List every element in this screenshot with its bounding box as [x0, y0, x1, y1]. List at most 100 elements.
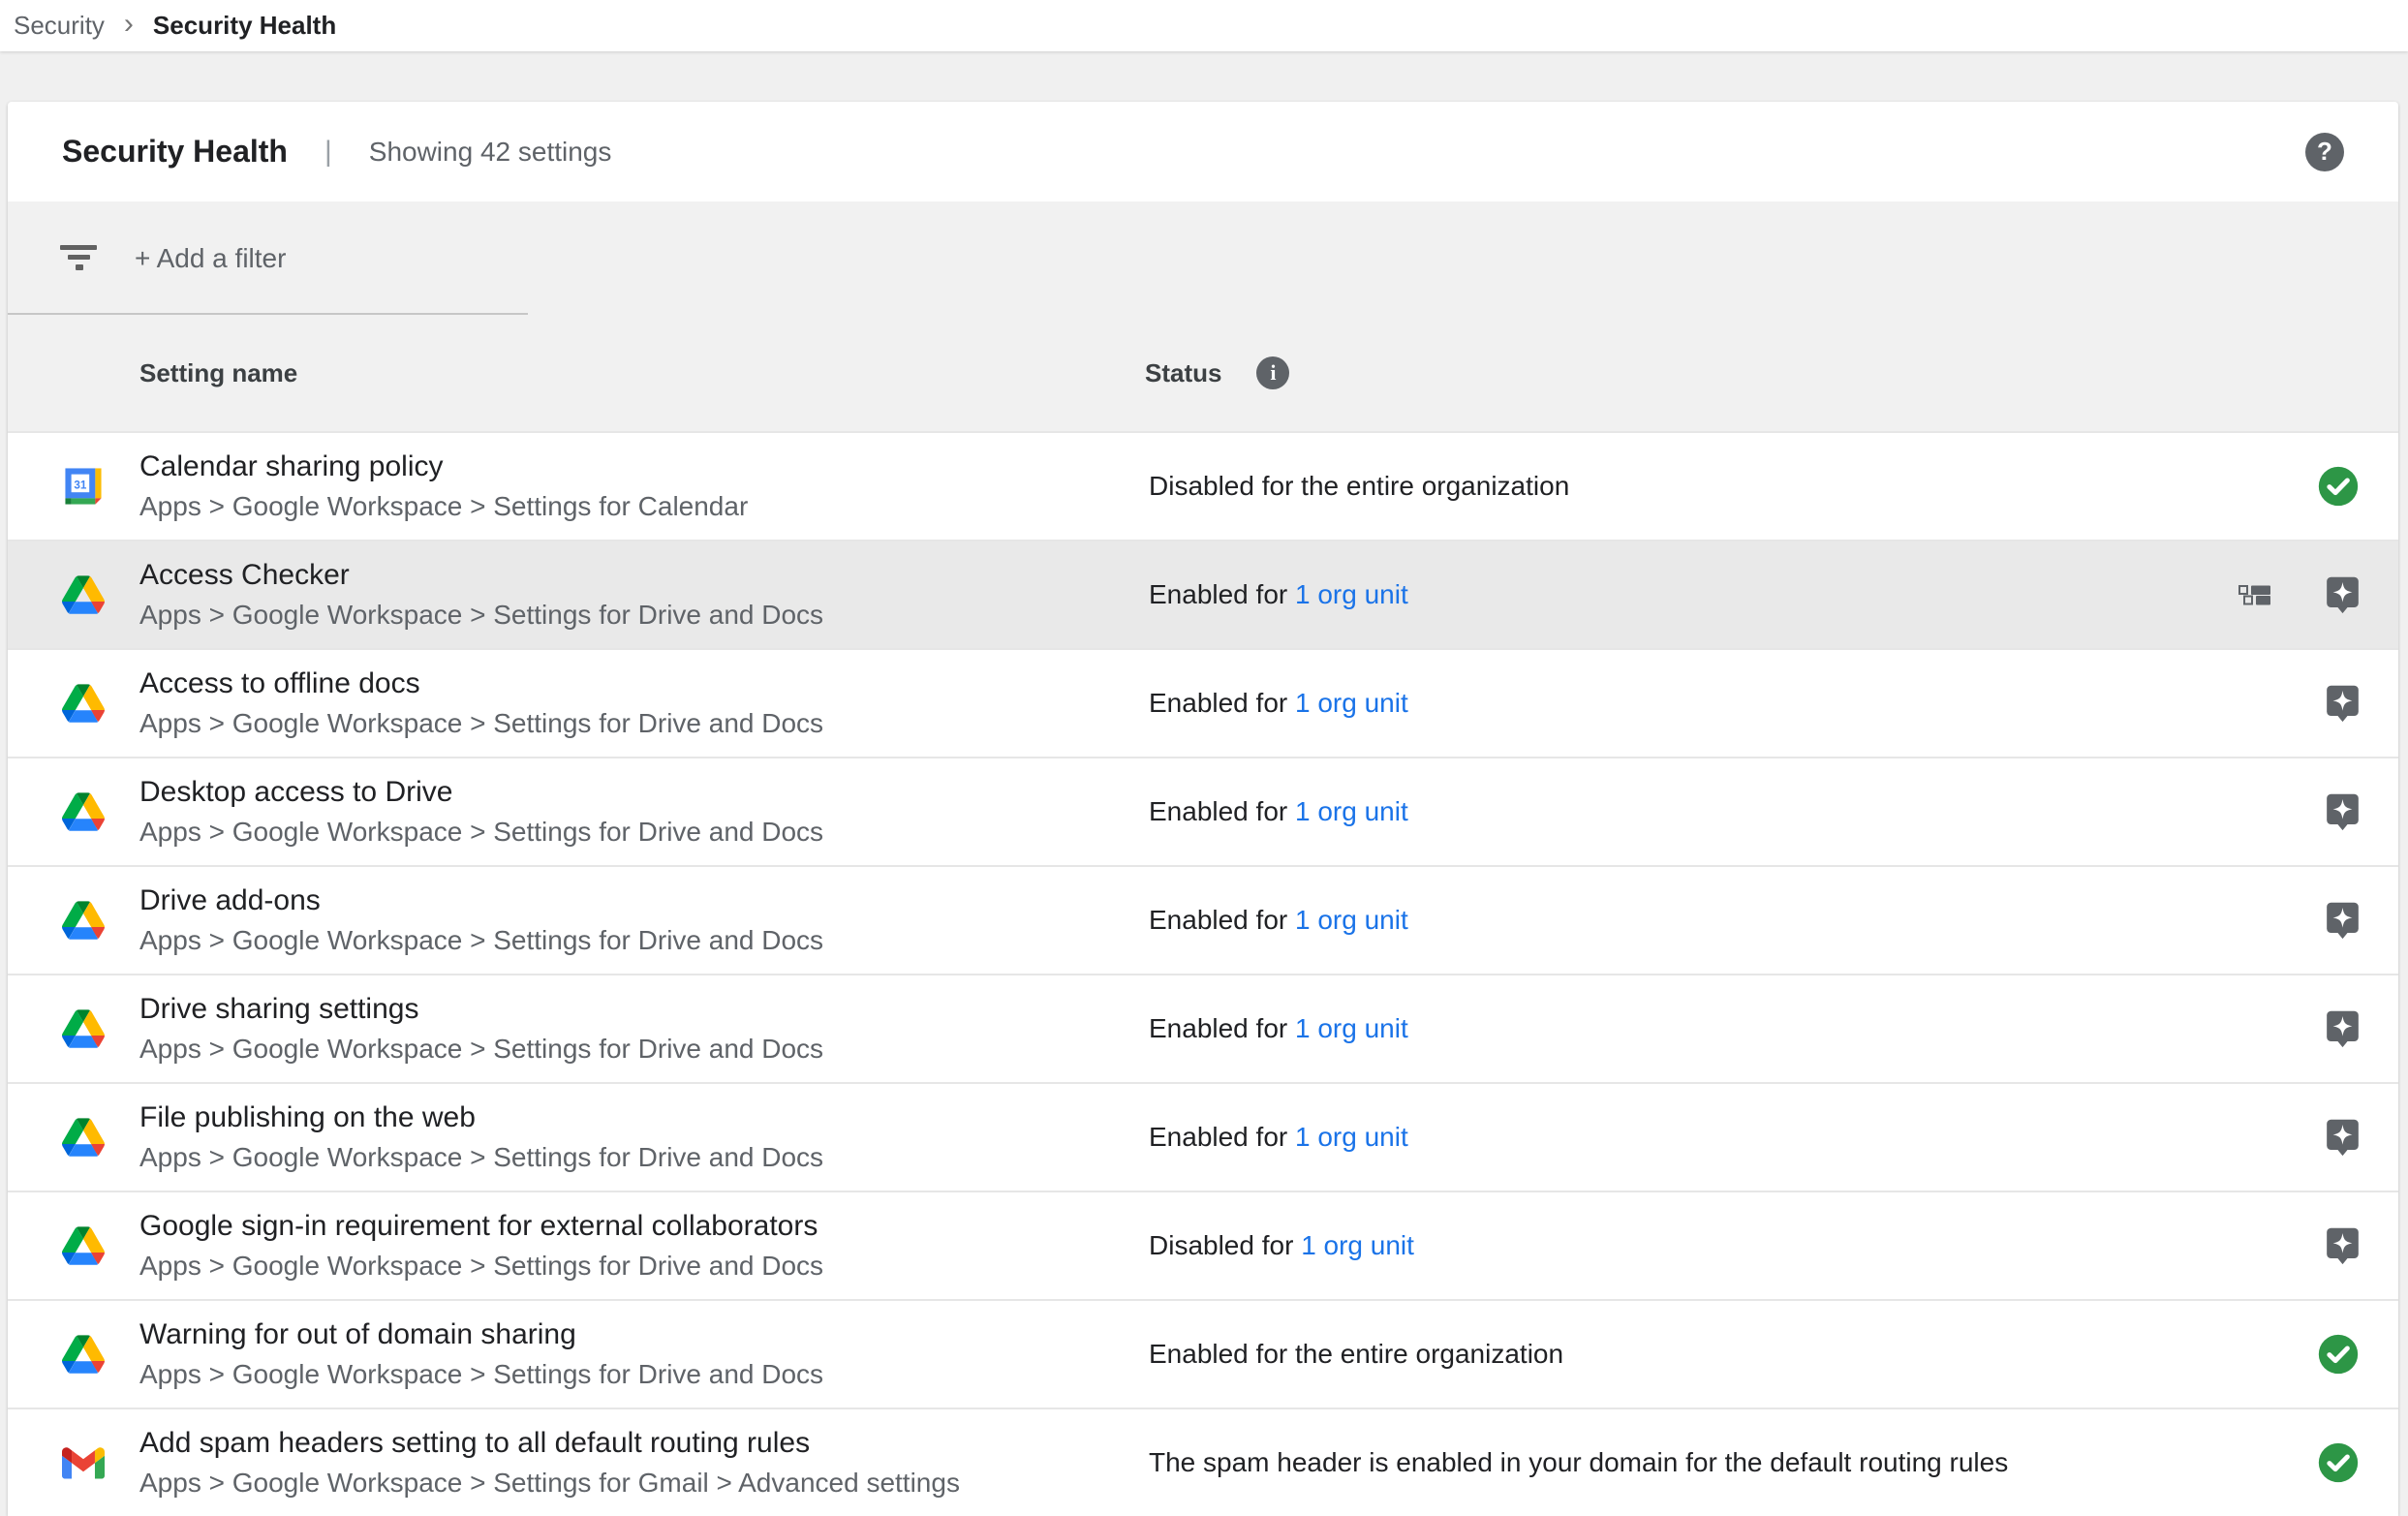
setting-row[interactable]: File publishing on the web Apps > Google … — [8, 1082, 2398, 1191]
row-trailing-icons — [2326, 1226, 2398, 1265]
drive-icon — [62, 1007, 105, 1050]
setting-row[interactable]: 31 Calendar sharing policyApps > Google W… — [8, 431, 2398, 540]
setting-path: Apps > Google Workspace > Settings for D… — [139, 815, 1149, 850]
status-text: Enabled for — [1149, 905, 1287, 935]
setting-path: Apps > Google Workspace > Settings for D… — [139, 598, 1149, 633]
setting-row[interactable]: Access CheckerApps > Google Workspace > … — [8, 540, 2398, 648]
recommendation-flag-icon[interactable] — [2326, 575, 2360, 614]
breadcrumb: Security › Security Health — [0, 0, 2408, 51]
recommendation-flag-icon[interactable] — [2326, 901, 2360, 940]
add-filter-button[interactable]: + Add a filter — [135, 243, 286, 274]
gmail-icon — [62, 1441, 105, 1484]
setting-name: File publishing on the web — [139, 1099, 1149, 1136]
setting-status: Disabled for the entire organization — [1149, 471, 2317, 502]
setting-name: Access to offline docs — [139, 665, 1149, 702]
setting-row[interactable]: Drive add-ons Apps > Google Workspace > S… — [8, 865, 2398, 974]
setting-status: Enabled for 1 org unit — [1149, 579, 2238, 610]
calendar-icon: 31 — [62, 465, 105, 508]
setting-status: The spam header is enabled in your domai… — [1149, 1447, 2317, 1478]
row-trailing-icons — [2238, 575, 2398, 614]
org-unit-link[interactable]: 1 org unit — [1295, 579, 1408, 609]
status-text: Enabled for — [1149, 579, 1287, 609]
setting-row[interactable]: Access to offline docs Apps > Google Work… — [8, 648, 2398, 757]
setting-name: Google sign-in requirement for external … — [139, 1208, 1149, 1245]
status-text: Enabled for — [1149, 796, 1287, 826]
card-header: Security Health | Showing 42 settings ? — [8, 102, 2398, 201]
setting-path: Apps > Google Workspace > Settings for D… — [139, 1140, 1149, 1175]
setting-row[interactable]: Drive sharing settings Apps > Google Work… — [8, 974, 2398, 1082]
filter-underline — [8, 313, 528, 315]
recommendation-flag-icon[interactable] — [2326, 1118, 2360, 1157]
setting-row[interactable]: Desktop access to DriveApps > Google Wor… — [8, 757, 2398, 865]
filter-bar: + Add a filter — [8, 201, 2398, 315]
drive-icon — [62, 790, 105, 833]
recommendation-flag-icon[interactable] — [2326, 1226, 2360, 1265]
row-trailing-icons — [2326, 1009, 2398, 1048]
row-trailing-icons — [2326, 684, 2398, 723]
row-trailing-icons — [2317, 465, 2398, 508]
breadcrumb-parent-link[interactable]: Security — [14, 11, 105, 41]
setting-text: Drive add-ons Apps > Google Workspace > S… — [139, 882, 1149, 958]
org-unit-link[interactable]: 1 org unit — [1295, 1122, 1408, 1152]
setting-name: Drive sharing settings — [139, 991, 1149, 1028]
org-override-icon — [2238, 585, 2271, 605]
breadcrumb-current: Security Health — [153, 11, 336, 41]
row-trailing-icons — [2326, 792, 2398, 831]
recommendation-flag-icon[interactable] — [2326, 792, 2360, 831]
setting-text: Google sign-in requirement for external … — [139, 1208, 1149, 1284]
status-text: The spam header is enabled in your domai… — [1149, 1447, 2008, 1477]
setting-name: Drive add-ons — [139, 882, 1149, 919]
settings-list: 31Calendar sharing policyApps > Google W… — [8, 431, 2398, 1516]
setting-row[interactable]: Warning for out of domain sharing Apps > … — [8, 1299, 2398, 1408]
setting-status: Enabled for 1 org unit — [1149, 1122, 2326, 1153]
org-unit-link[interactable]: 1 org unit — [1301, 1230, 1414, 1260]
setting-status: Disabled for 1 org unit — [1149, 1230, 2326, 1261]
setting-path: Apps > Google Workspace > Settings for D… — [139, 923, 1149, 958]
status-text: Disabled for — [1149, 1230, 1293, 1260]
setting-row[interactable]: Add spam headers setting to all default … — [8, 1408, 2398, 1516]
setting-text: Warning for out of domain sharing Apps > … — [139, 1316, 1149, 1392]
status-ok-check-icon — [2317, 1333, 2360, 1376]
setting-text: Access to offline docs Apps > Google Work… — [139, 665, 1149, 741]
setting-text: Access CheckerApps > Google Workspace > … — [139, 557, 1149, 633]
org-unit-link[interactable]: 1 org unit — [1295, 1013, 1408, 1043]
setting-status: Enabled for 1 org unit — [1149, 796, 2326, 827]
row-trailing-icons — [2317, 1333, 2398, 1376]
filter-list-icon — [60, 245, 99, 272]
drive-icon — [62, 1224, 105, 1267]
security-health-card: Security Health | Showing 42 settings ? … — [8, 102, 2398, 1516]
help-icon[interactable]: ? — [2305, 133, 2344, 171]
setting-text: Calendar sharing policyApps > Google Wor… — [139, 449, 1149, 524]
org-unit-link[interactable]: 1 org unit — [1295, 796, 1408, 826]
title-divider: | — [324, 136, 332, 169]
status-text: Enabled for — [1149, 688, 1287, 718]
setting-row[interactable]: Google sign-in requirement for external … — [8, 1191, 2398, 1299]
status-text: Disabled for the entire organization — [1149, 471, 1569, 501]
drive-icon — [62, 682, 105, 725]
setting-path: Apps > Google Workspace > Settings for D… — [139, 1032, 1149, 1067]
setting-path: Apps > Google Workspace > Settings for D… — [139, 1249, 1149, 1284]
setting-path: Apps > Google Workspace > Settings for D… — [139, 706, 1149, 741]
setting-status: Enabled for 1 org unit — [1149, 688, 2326, 719]
setting-status: Enabled for the entire organization — [1149, 1339, 2317, 1370]
column-status: Status — [1145, 358, 1221, 388]
drive-icon — [62, 1333, 105, 1376]
setting-name: Add spam headers setting to all default … — [139, 1425, 1149, 1462]
setting-path: Apps > Google Workspace > Settings for D… — [139, 1357, 1149, 1392]
table-header: Setting name Status i — [8, 315, 2398, 431]
setting-text: File publishing on the web Apps > Google … — [139, 1099, 1149, 1175]
drive-icon — [62, 899, 105, 942]
setting-name: Warning for out of domain sharing — [139, 1316, 1149, 1353]
status-info-icon[interactable]: i — [1256, 356, 1289, 389]
recommendation-flag-icon[interactable] — [2326, 684, 2360, 723]
org-unit-link[interactable]: 1 org unit — [1295, 905, 1408, 935]
drive-icon — [62, 573, 105, 616]
column-setting-name: Setting name — [139, 358, 1145, 388]
status-text: Enabled for — [1149, 1013, 1287, 1043]
recommendation-flag-icon[interactable] — [2326, 1009, 2360, 1048]
settings-count: Showing 42 settings — [369, 137, 612, 168]
setting-name: Calendar sharing policy — [139, 449, 1149, 485]
svg-text:31: 31 — [74, 479, 86, 491]
org-unit-link[interactable]: 1 org unit — [1295, 688, 1408, 718]
row-trailing-icons — [2326, 1118, 2398, 1157]
